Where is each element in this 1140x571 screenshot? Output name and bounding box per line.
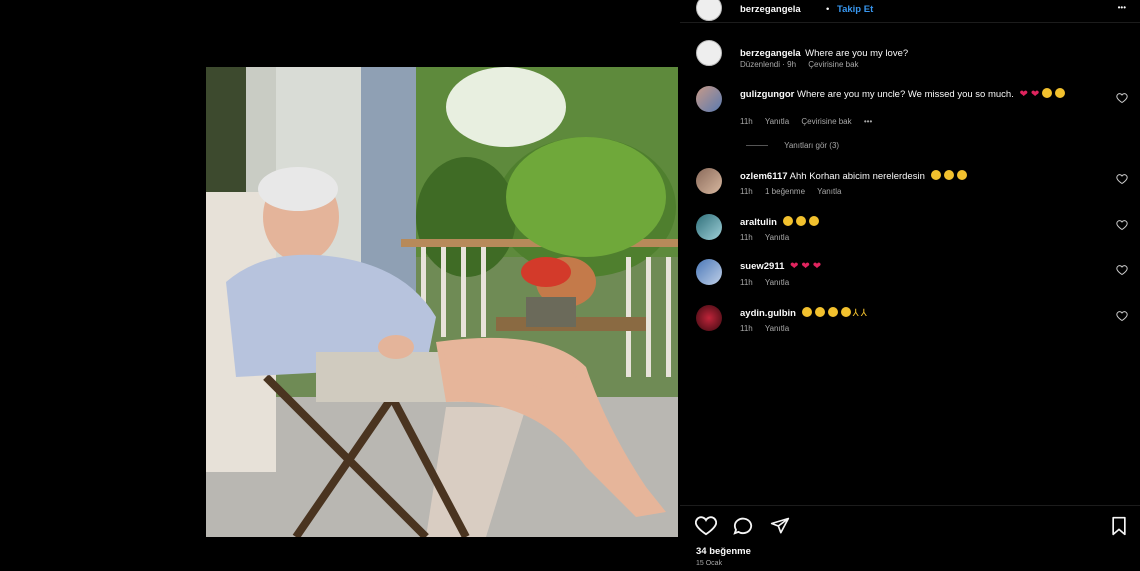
- comment-time: 11h: [740, 278, 753, 287]
- caption-edited: Düzenlendi · 9h: [740, 60, 797, 69]
- comment-time: 11h: [740, 187, 753, 196]
- smile-emoji: [930, 170, 941, 180]
- caption-avatar[interactable]: [696, 40, 722, 66]
- red-heart-emoji: ❤: [812, 261, 822, 272]
- comment-avatar[interactable]: [696, 214, 722, 240]
- red-heart-emoji: ❤: [790, 261, 799, 272]
- like-comment-heart-icon[interactable]: [1116, 310, 1128, 322]
- post-header: berzegangela • Takip Et •••: [680, 0, 1140, 23]
- comment-text: Ahh Korhan abicim nerelerdesin: [789, 171, 925, 182]
- comment-avatar[interactable]: [696, 259, 722, 285]
- comment-username[interactable]: suew2911: [740, 261, 784, 272]
- like-comment-heart-icon[interactable]: [1116, 219, 1128, 231]
- like-comment-heart-icon[interactable]: [1116, 92, 1128, 104]
- post-photo[interactable]: [206, 67, 678, 537]
- reply-button[interactable]: Yanıtla: [765, 324, 789, 333]
- heart-icon[interactable]: [695, 516, 717, 536]
- like-count[interactable]: 34 beğenme: [696, 546, 751, 557]
- comment-username[interactable]: ozlem6117: [740, 171, 788, 182]
- smile-emoji: [782, 216, 793, 226]
- caption-text: Where are you my love?: [805, 48, 909, 59]
- smile-emoji: [956, 170, 967, 180]
- like-comment-heart-icon[interactable]: [1116, 173, 1128, 185]
- comment-more-icon[interactable]: •••: [864, 117, 872, 126]
- bookmark-icon[interactable]: [1110, 516, 1128, 536]
- view-replies-button[interactable]: Yanıtları gör (3): [784, 141, 839, 150]
- smile-emoji: [827, 307, 838, 317]
- share-icon[interactable]: [770, 516, 790, 536]
- comment-icon[interactable]: [732, 516, 754, 536]
- red-heart-emoji: ❤: [1019, 89, 1028, 100]
- photo-illustration: [206, 67, 678, 537]
- smile-emoji: [808, 216, 819, 226]
- post-viewer: berzegangela • Takip Et ••• berzegangela…: [0, 0, 1140, 570]
- smile-emoji: [801, 307, 812, 317]
- post-actions: 34 beğenme 15 Ocak: [680, 505, 1140, 571]
- comment-username[interactable]: gulizgungor: [740, 89, 794, 100]
- comment-text: Where are you my uncle? We missed you so…: [797, 89, 1014, 100]
- comment-avatar[interactable]: [696, 305, 722, 331]
- post-date: 15 Ocak: [696, 560, 723, 567]
- reply-button[interactable]: Yanıtla: [817, 187, 841, 196]
- translate-button[interactable]: Çevirisine bak: [801, 117, 851, 126]
- follow-button[interactable]: Takip Et: [837, 4, 873, 15]
- reply-button[interactable]: Yanıtla: [765, 278, 789, 287]
- red-heart-emoji: ❤: [801, 261, 810, 272]
- caption-username[interactable]: berzegangela: [740, 48, 801, 59]
- author-username[interactable]: berzegangela: [740, 4, 801, 15]
- comment-time: 11h: [740, 233, 753, 242]
- smile-emoji: [1055, 88, 1066, 98]
- author-avatar[interactable]: [696, 0, 722, 21]
- comments-panel: berzegangela • Takip Et ••• berzegangela…: [680, 0, 1140, 570]
- comment-username[interactable]: aydin.gulbin: [740, 308, 796, 319]
- comment-time: 11h: [740, 324, 753, 333]
- comment-avatar[interactable]: [696, 168, 722, 194]
- pray-emoji: ⅄: [860, 308, 867, 319]
- comment-likes[interactable]: 1 beğenme: [765, 187, 805, 196]
- replies-line: [746, 145, 768, 147]
- comment-username[interactable]: araltulin: [740, 217, 777, 228]
- comment-time: 11h: [740, 117, 753, 126]
- caption-translate[interactable]: Çevirisine bak: [808, 60, 858, 69]
- smile-emoji: [814, 307, 825, 317]
- header-dot: •: [826, 4, 830, 15]
- like-comment-heart-icon[interactable]: [1116, 264, 1128, 276]
- reply-button[interactable]: Yanıtla: [765, 117, 789, 126]
- red-heart-emoji: ❤: [1030, 89, 1040, 100]
- comment-avatar[interactable]: [696, 86, 722, 112]
- smile-emoji: [840, 307, 851, 317]
- smile-emoji: [795, 216, 806, 226]
- smile-emoji: [1042, 88, 1053, 98]
- reply-button[interactable]: Yanıtla: [765, 233, 789, 242]
- more-options-icon[interactable]: •••: [1118, 3, 1126, 12]
- pray-emoji: ⅄: [852, 308, 859, 319]
- smile-emoji: [943, 170, 954, 180]
